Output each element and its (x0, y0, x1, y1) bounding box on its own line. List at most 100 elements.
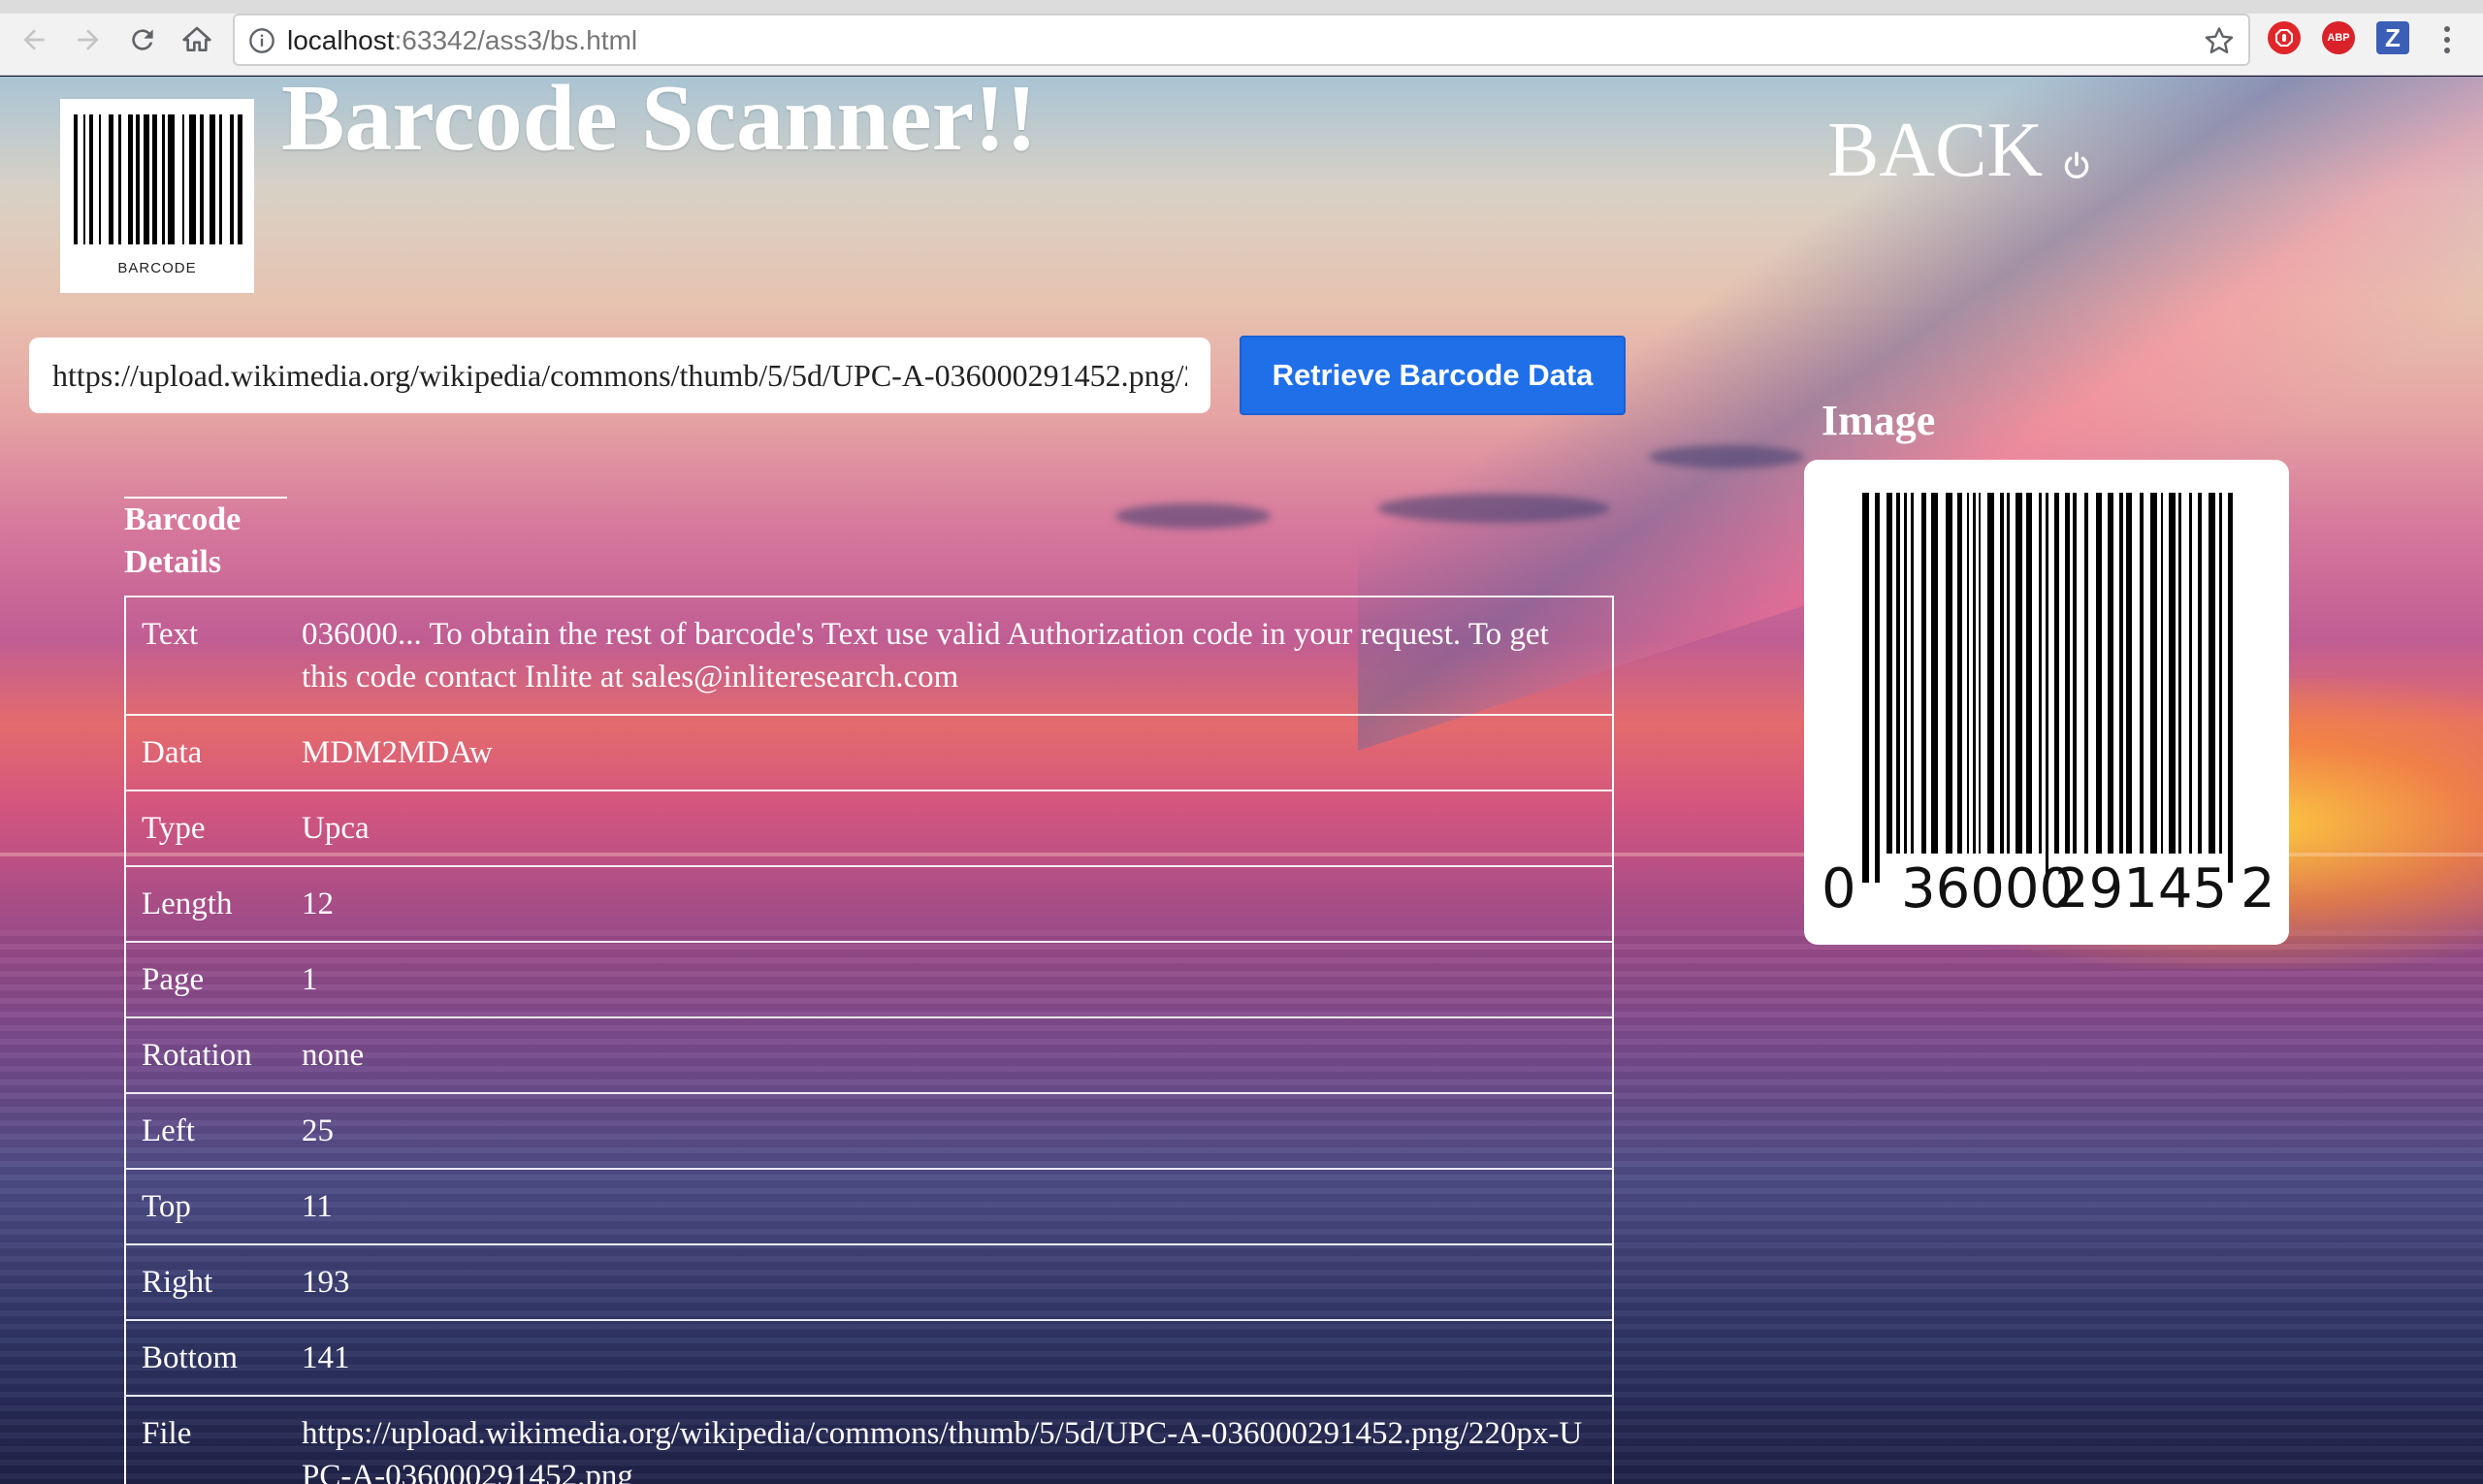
barcode-bar (2161, 493, 2163, 854)
barcode-bar (230, 114, 234, 244)
barcode-bar (152, 114, 157, 244)
barcode-bar (2073, 493, 2077, 854)
barcode-bar (162, 114, 165, 244)
barcode-bar (168, 114, 175, 244)
forward-arrow-icon[interactable] (68, 19, 109, 60)
back-link[interactable]: BACK (1827, 107, 2043, 195)
bookmark-star-icon[interactable] (2204, 25, 2235, 56)
table-row: Bottom 141 (125, 1319, 1613, 1396)
page-title: Barcode Scanner!! (281, 66, 1038, 171)
zotero-icon[interactable]: Z (2376, 21, 2409, 54)
barcode-bar (1886, 493, 1892, 854)
table-row: Right 193 (125, 1243, 1613, 1320)
barcode-bar (1921, 493, 1926, 854)
barcode-bar (2015, 493, 2022, 854)
barcode-bar (1875, 493, 1880, 883)
barcode-right-group: 29145 (2054, 857, 2228, 920)
barcode-bar (118, 114, 121, 244)
barcode-bar (2108, 493, 2113, 854)
table-row: Rotation none (125, 1016, 1613, 1093)
power-icon[interactable] (2060, 149, 2093, 182)
url-host: localhost (287, 25, 395, 55)
barcode-bar (2046, 493, 2048, 883)
barcode-bar (1904, 493, 1907, 854)
browser-menu-icon[interactable] (2433, 23, 2462, 56)
barcode-bar (2039, 493, 2042, 854)
barcode-first-digit: 0 (1822, 857, 1856, 920)
row-value: 11 (286, 1168, 1613, 1244)
row-key: File (125, 1395, 286, 1484)
cloud (1649, 445, 1804, 468)
barcode-logo: BARCODE (60, 99, 254, 293)
barcode-bar (2096, 493, 2102, 854)
url-path: :63342/ass3/bs.html (394, 25, 638, 55)
barcode-bar (2178, 493, 2181, 854)
barcode-bar (2000, 493, 2004, 854)
table-row: Left 25 (125, 1092, 1613, 1169)
barcode-bar (2026, 493, 2032, 854)
barcode-bar (1931, 493, 1938, 854)
barcode-bar (1896, 493, 1900, 854)
table-row: Type Upca (125, 790, 1613, 866)
barcode-bar (2084, 493, 2088, 854)
table-row: Top 11 (125, 1168, 1613, 1244)
row-key: Bottom (125, 1319, 286, 1396)
barcode-bar (182, 114, 184, 244)
details-title: Barcode Details (124, 497, 287, 584)
barcode-url-input[interactable] (29, 338, 1210, 413)
row-value: MDM2MDAw (286, 714, 1613, 790)
row-value: 12 (286, 865, 1613, 942)
adblock-icon[interactable] (2268, 21, 2301, 54)
reload-icon[interactable] (122, 19, 163, 60)
row-value: https://upload.wikimedia.org/wikipedia/c… (286, 1395, 1613, 1484)
table-row: Data MDM2MDAw (125, 714, 1613, 790)
row-key: Data (125, 714, 286, 790)
row-value: Upca (286, 790, 1613, 866)
barcode-bar (238, 114, 242, 244)
barcode-bar (2198, 493, 2202, 854)
barcode-bar (210, 114, 215, 244)
barcode-details-table: Text 036000... To obtain the rest of bar… (124, 596, 1614, 1484)
barcode-bar (200, 114, 204, 244)
table-row: Text 036000... To obtain the rest of bar… (125, 596, 1613, 715)
table-row: Page 1 (125, 941, 1613, 1017)
barcode-bar (2007, 493, 2010, 854)
home-icon[interactable] (177, 19, 217, 60)
barcode-bar (2065, 493, 2070, 854)
barcode-bar (219, 114, 222, 244)
barcode-bar (2228, 493, 2233, 883)
barcode-bar (74, 114, 78, 244)
barcode-left-group: 36000 (1901, 857, 2075, 920)
barcode-bar (2150, 493, 2157, 854)
row-key: Left (125, 1092, 286, 1169)
barcode-bar (1987, 493, 1994, 854)
row-value: none (286, 1016, 1613, 1093)
info-icon[interactable] (248, 27, 275, 54)
barcode-bar (83, 114, 85, 244)
retrieve-barcode-button[interactable]: Retrieve Barcode Data (1240, 336, 1626, 415)
barcode-bar (1957, 493, 1962, 854)
barcode-bar (2209, 493, 2215, 854)
barcode-bar (189, 114, 196, 244)
barcode-bar (1946, 493, 1952, 854)
row-key: Top (125, 1168, 286, 1244)
tab-strip (0, 0, 2483, 14)
barcode-bar (109, 114, 113, 244)
row-key: Type (125, 790, 286, 866)
url-text: localhost:63342/ass3/bs.html (287, 25, 637, 56)
barcode-bar (144, 114, 149, 244)
barcode-bar (1862, 493, 1869, 883)
row-value: 25 (286, 1092, 1613, 1169)
barcode-bar (2219, 493, 2222, 854)
barcode-check-digit: 2 (2241, 857, 2275, 920)
barcode-bar (1973, 493, 1976, 854)
back-arrow-icon[interactable] (14, 19, 54, 60)
cloud (1115, 503, 1271, 529)
barcode-bar (136, 114, 140, 244)
address-bar[interactable]: localhost:63342/ass3/bs.html (233, 14, 2250, 66)
barcode-digits: 0 36000 29145 2 (1804, 857, 2289, 925)
row-value: 141 (286, 1319, 1613, 1396)
abp-icon[interactable]: ABP (2322, 21, 2355, 54)
row-key: Length (125, 865, 286, 942)
row-value: 036000... To obtain the rest of barcode'… (286, 596, 1613, 715)
